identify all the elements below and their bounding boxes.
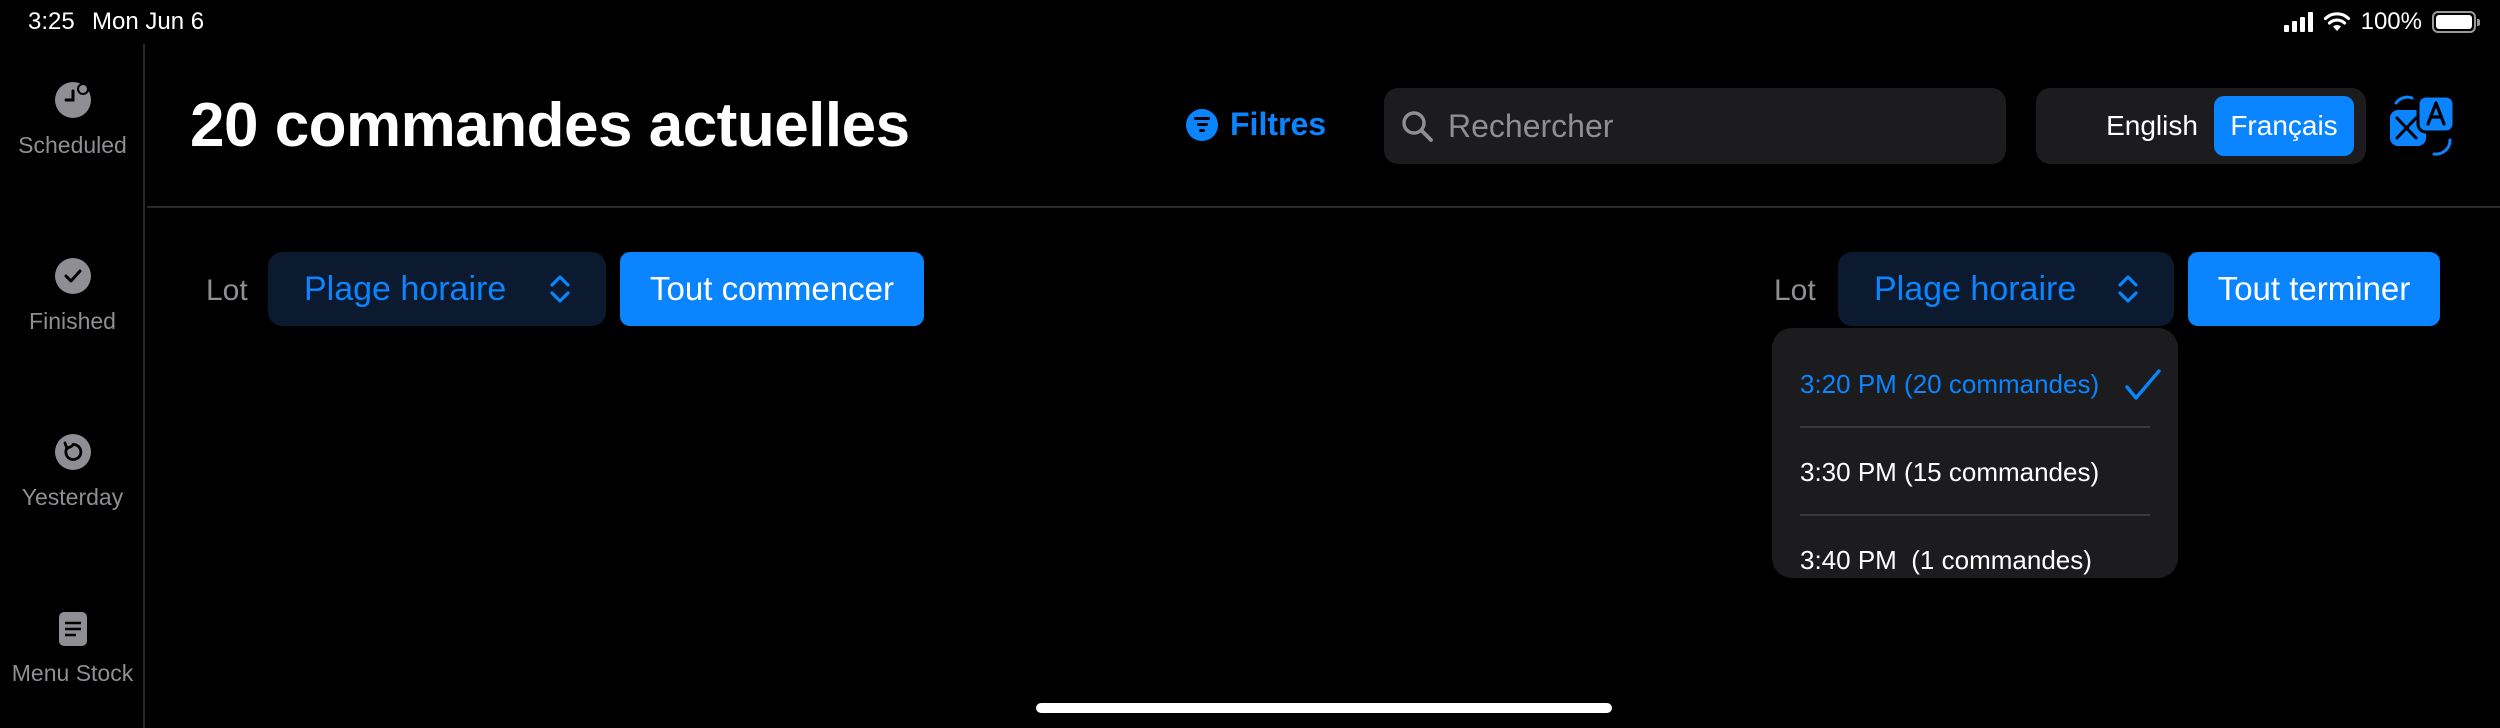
start-all-button[interactable]: Tout commencer: [620, 252, 924, 326]
clock-badge-icon: [54, 82, 91, 118]
dropdown-option-label: 3:40 PM (1 commandes): [1800, 544, 2092, 575]
sidebar-item-label: Menu Stock: [11, 660, 134, 686]
page-title: 20 commandes actuelles: [190, 91, 910, 160]
filters-label: Filtres: [1230, 106, 1327, 142]
checkmark-seal-icon: [54, 258, 91, 294]
dropdown-separator: [1800, 426, 2150, 428]
sidebar-item-finished[interactable]: Finished: [0, 258, 145, 335]
dropdown-option-label: 3:20 PM (20 commandes): [1800, 368, 2100, 399]
language-segmented-control: English Français: [2036, 88, 2366, 164]
home-indicator[interactable]: [1036, 703, 1612, 713]
filters-button[interactable]: Filtres: [1186, 106, 1326, 143]
dropdown-option[interactable]: 3:30 PM (15 commandes): [1800, 442, 2160, 502]
language-option-francais[interactable]: Français: [2214, 96, 2354, 156]
sidebar-item-menu-stock[interactable]: Menu Stock: [0, 612, 145, 687]
lot-label: Lot: [1774, 274, 1816, 307]
checkmark-icon: [2125, 369, 2161, 400]
screen: 3:25 Mon Jun 6 100% Scheduled Finished Y…: [0, 0, 2500, 728]
search-input[interactable]: [1448, 107, 1988, 145]
status-bar: 3:25 Mon Jun 6 100%: [0, 0, 2500, 44]
sidebar-item-label: Yesterday: [21, 484, 124, 510]
sidebar-item-label: Scheduled: [18, 132, 127, 158]
status-date: Mon Jun 6: [92, 8, 205, 35]
filter-icon: [1186, 108, 1218, 141]
battery-percent: 100%: [2360, 8, 2422, 35]
chevron-up-down-icon: [2118, 275, 2138, 303]
sidebar-item-scheduled[interactable]: Scheduled: [0, 82, 145, 159]
dropdown-option[interactable]: 3:40 PM (1 commandes): [1800, 530, 2160, 590]
finish-all-button[interactable]: Tout terminer: [2188, 252, 2440, 326]
dropdown-option-selected[interactable]: 3:20 PM (20 commandes): [1800, 354, 2161, 414]
wifi-icon: [2323, 12, 2350, 31]
cellular-signal-icon: [2283, 12, 2313, 32]
dropdown-separator: [1800, 514, 2150, 516]
dropdown-option-label: 3:30 PM (15 commandes): [1800, 456, 2100, 487]
sidebar-item-yesterday[interactable]: Yesterday: [0, 434, 145, 511]
sidebar: Scheduled Finished Yesterday Menu Stock: [0, 44, 145, 728]
time-slot-picker-label: Plage horaire: [1874, 269, 2077, 308]
time-slot-picker-label: Plage horaire: [304, 269, 507, 308]
time-slot-picker-right[interactable]: Plage horaire: [1838, 252, 2174, 326]
header-divider: [147, 206, 2500, 208]
status-time: 3:25: [28, 8, 75, 35]
time-slot-picker-left[interactable]: Plage horaire: [268, 252, 606, 326]
translate-icon[interactable]: [2388, 94, 2458, 158]
sidebar-item-label: Finished: [29, 308, 116, 334]
battery-icon: [2432, 11, 2480, 33]
document-icon: [58, 612, 87, 646]
history-icon: [54, 434, 91, 470]
chevron-up-down-icon: [550, 275, 570, 303]
status-indicators: 100%: [2283, 8, 2480, 36]
time-slot-dropdown-menu: 3:20 PM (20 commandes) 3:30 PM (15 comma…: [1772, 328, 2178, 578]
search-bar[interactable]: [1384, 88, 2006, 164]
search-icon: [1402, 111, 1433, 142]
lot-label: Lot: [206, 274, 248, 307]
